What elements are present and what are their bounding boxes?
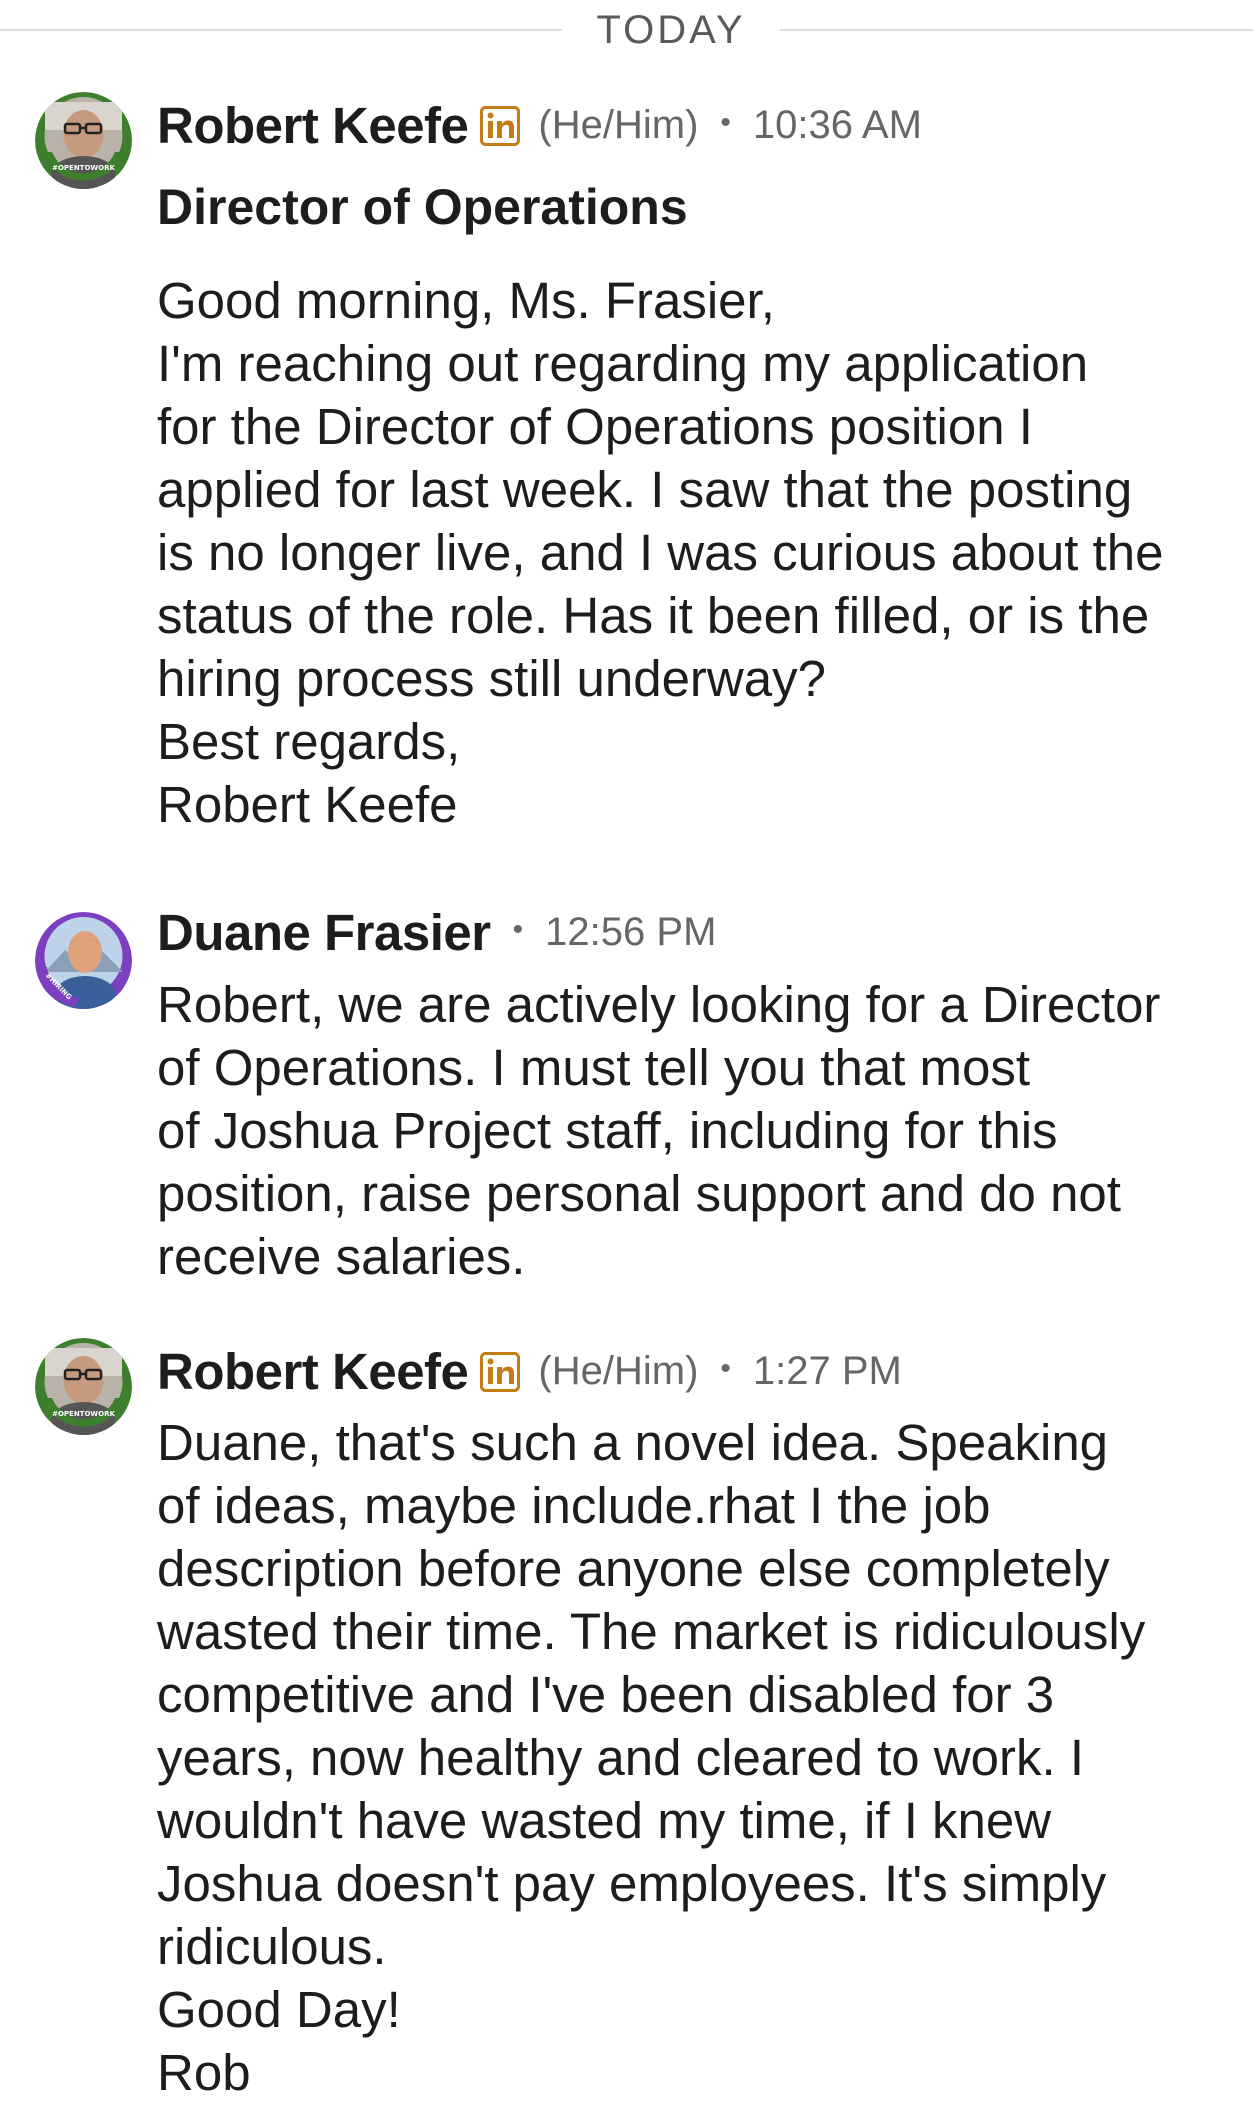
separator-dot: • (720, 106, 731, 139)
message-line: Robert Keefe (157, 776, 458, 833)
message-line: Joshua doesn't pay employees. It's simpl… (157, 1855, 1107, 1912)
message-timestamp: 10:36 AM (752, 102, 922, 147)
sender-pronouns: (He/Him) (538, 102, 699, 147)
separator-dot: • (720, 1352, 731, 1385)
message-line: of Operations. I must tell you that most (157, 1039, 1031, 1096)
message-line: applied for last week. I saw that the po… (157, 461, 1133, 518)
linkedin-icon (480, 1352, 521, 1392)
message-line: position, raise personal support and do … (157, 1165, 1121, 1222)
message-line: is no longer live, and I was curious abo… (157, 524, 1164, 581)
message-line: Best regards, (157, 713, 461, 770)
divider-line-left (0, 29, 562, 31)
message-line: Good morning, Ms. Frasier, (157, 272, 775, 329)
date-divider-label: TODAY (596, 8, 746, 52)
avatar-duane-frasier[interactable]: #HIRING (35, 912, 132, 1009)
message-line: Rob (157, 2044, 251, 2101)
message-line: hiring process still underway? (157, 650, 826, 707)
sender-name[interactable]: Duane Frasier (157, 903, 491, 962)
message-line: description before anyone else completel… (157, 1540, 1110, 1597)
sender-headline: Director of Operations (157, 179, 688, 235)
sender-pronouns: (He/Him) (538, 1348, 699, 1393)
message-line: years, now healthy and cleared to work. … (157, 1729, 1084, 1786)
avatar-photo: #OPENTOWORK (35, 1338, 132, 1435)
message-line: competitive and I've been disabled for 3 (157, 1666, 1055, 1723)
message-line: I'm reaching out regarding my applicatio… (157, 335, 1089, 392)
message-timestamp: 1:27 PM (752, 1348, 902, 1393)
message-body: Good morning, Ms. Frasier, I'm reaching … (157, 269, 1237, 836)
avatar-robert-keefe[interactable]: #OPENTOWORK (35, 92, 132, 189)
message-line: Robert, we are actively looking for a Di… (157, 976, 1161, 1033)
message-line: receive salaries. (157, 1228, 526, 1285)
message-timestamp: 12:56 PM (545, 909, 717, 954)
avatar-photo: #HIRING (35, 912, 132, 1009)
message-line: of Joshua Project staff, including for t… (157, 1102, 1058, 1159)
message-line: for the Director of Operations position … (157, 398, 1033, 455)
message-line: Good Day! (157, 1981, 401, 2038)
message-line: status of the role. Has it been filled, … (157, 587, 1150, 644)
message-header: Duane Frasier • 12:56 PM (157, 902, 716, 962)
divider-line-right (780, 29, 1253, 31)
separator-dot: • (512, 913, 524, 946)
message-line: wouldn't have wasted my time, if I knew (157, 1792, 1052, 1849)
avatar-robert-keefe[interactable]: #OPENTOWORK (35, 1338, 132, 1435)
message-body: Robert, we are actively looking for a Di… (157, 973, 1237, 1288)
message-header: Robert Keefe (He/Him) • 10:36 AM (157, 95, 922, 155)
sender-name[interactable]: Robert Keefe (157, 1342, 469, 1401)
date-divider: TODAY (0, 8, 1253, 52)
avatar-photo: #OPENTOWORK (35, 92, 132, 189)
svg-text:#OPENTOWORK: #OPENTOWORK (52, 164, 115, 172)
message-body: Duane, that's such a novel idea. Speakin… (157, 1411, 1237, 2104)
message-line: ridiculous. (157, 1918, 387, 1975)
sender-name[interactable]: Robert Keefe (157, 96, 469, 155)
message-line: of ideas, maybe include.rhat I the job (157, 1477, 991, 1534)
message-line: Duane, that's such a novel idea. Speakin… (157, 1414, 1109, 1471)
message-line: wasted their time. The market is ridicul… (157, 1603, 1146, 1660)
linkedin-icon (480, 106, 521, 146)
message-header: Robert Keefe (He/Him) • 1:27 PM (157, 1341, 902, 1401)
svg-text:#OPENTOWORK: #OPENTOWORK (52, 1410, 115, 1418)
